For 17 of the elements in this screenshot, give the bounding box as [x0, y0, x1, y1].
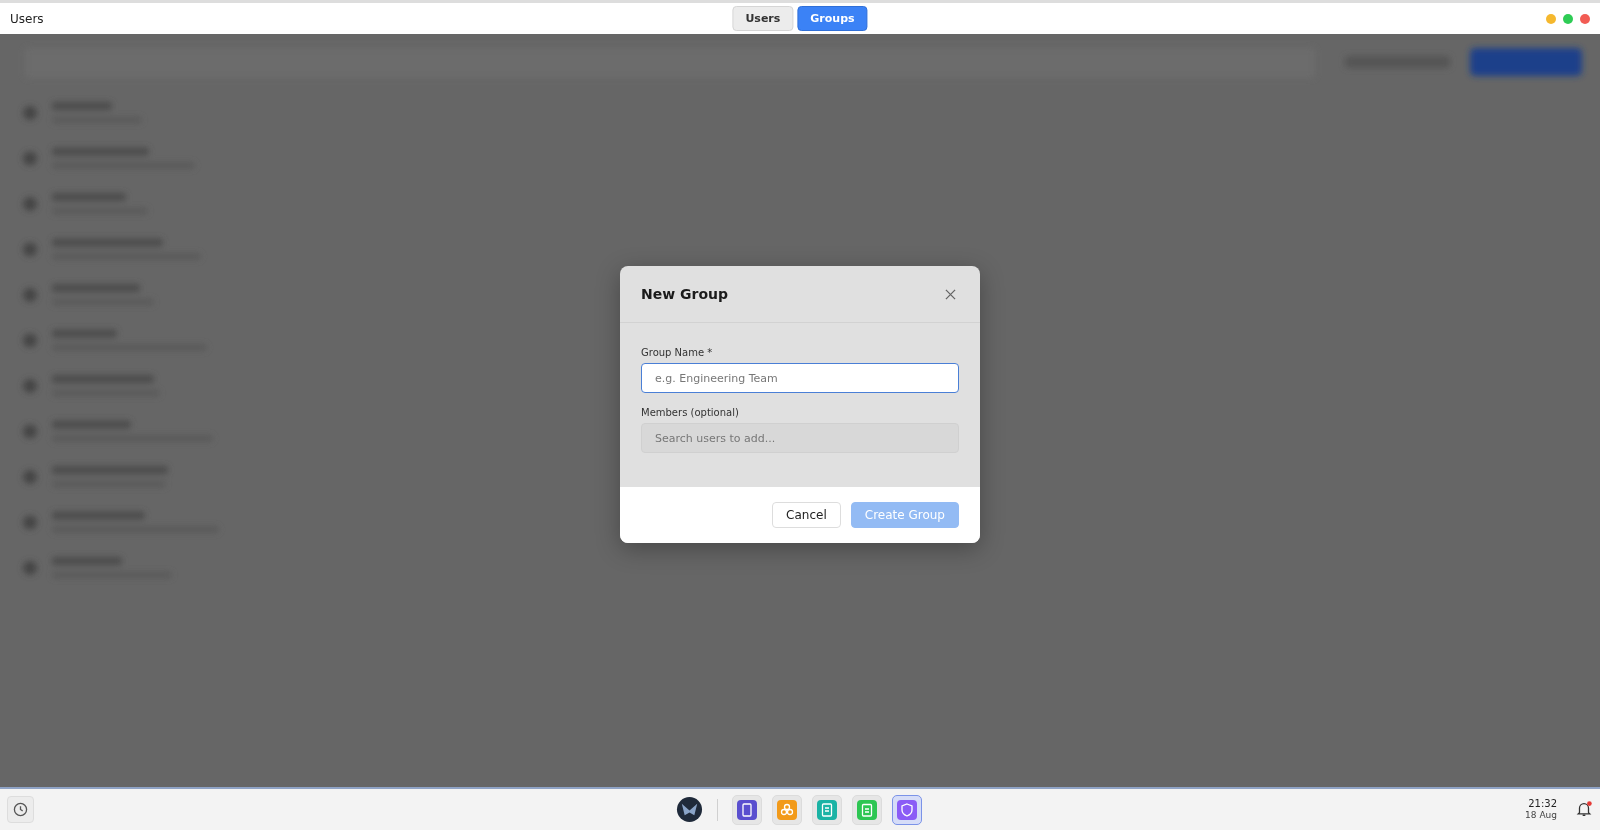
window-title: Users	[10, 11, 44, 26]
dialog-title: New Group	[641, 286, 729, 302]
field-label: Group Name *	[641, 347, 714, 358]
cancel-button[interactable]: Cancel	[772, 502, 841, 528]
tab[interactable]: Users	[732, 6, 794, 31]
close-icon[interactable]	[945, 288, 956, 300]
logo-icon[interactable]	[676, 796, 703, 823]
clock-date: 18 Aug	[1525, 810, 1557, 821]
field-label: Members (optional)	[641, 407, 740, 418]
clock-time: 21:32	[1528, 798, 1557, 811]
clock-icon	[13, 802, 28, 817]
input-field[interactable]: e.g. Engineering Team	[641, 363, 959, 393]
maximize-icon[interactable]	[1563, 13, 1573, 24]
notification-bell-icon[interactable]	[1575, 800, 1593, 819]
tab[interactable]: Groups	[797, 6, 868, 31]
clock-button[interactable]	[7, 796, 34, 823]
close-icon[interactable]	[1580, 13, 1590, 24]
